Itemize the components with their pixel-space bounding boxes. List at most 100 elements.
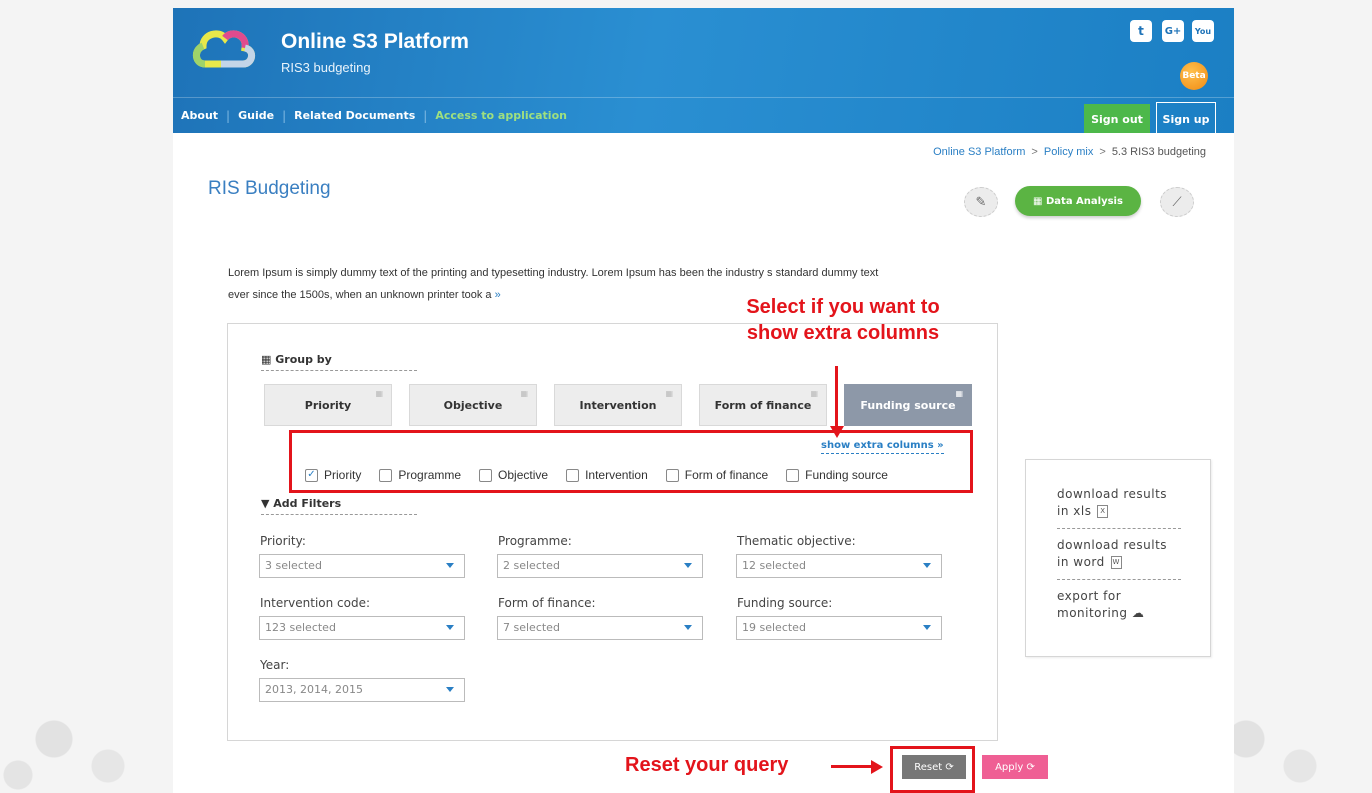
nav-about[interactable]: About bbox=[173, 109, 226, 122]
group-by-intervention-button[interactable]: ▦ Intervention bbox=[554, 384, 682, 426]
background-decoration-left bbox=[0, 613, 180, 793]
priority-filter-value: 3 selected bbox=[265, 559, 322, 572]
breadcrumb: Online S3 Platform > Policy mix >5.3 RIS3 b… bbox=[933, 146, 1206, 158]
year-filter-select[interactable]: 2013, 2014, 2015 bbox=[259, 678, 465, 702]
grid-icon: ▦ bbox=[375, 389, 383, 398]
app-title: Online S3 Platform bbox=[281, 30, 469, 53]
year-filter-value: 2013, 2014, 2015 bbox=[265, 683, 363, 696]
word-file-icon: W bbox=[1110, 556, 1122, 569]
group-by-form-of-finance-button[interactable]: ▦ Form of finance bbox=[699, 384, 827, 426]
extra-columns-annotation-line1: Select if you want to bbox=[746, 296, 940, 318]
grid-icon: ▦ bbox=[261, 353, 276, 366]
group-by-funding-source-button[interactable]: ▦ Funding source bbox=[844, 384, 972, 426]
group-by-priority-button[interactable]: ▦ Priority bbox=[264, 384, 392, 426]
breadcrumb-separator: > bbox=[1099, 146, 1106, 158]
beta-badge: Beta bbox=[1180, 62, 1208, 90]
group-by-intervention-label: Intervention bbox=[579, 398, 657, 412]
breadcrumb-item-current: 5.3 RIS3 budgeting bbox=[1111, 146, 1206, 158]
edit-icon[interactable]: ✎ bbox=[964, 187, 998, 217]
funding-source-filter-value: 19 selected bbox=[742, 621, 806, 634]
group-by-funding-source-label: Funding source bbox=[860, 398, 956, 412]
extra-columns-annotation: Select if you want to show extra columns bbox=[713, 294, 973, 346]
grid-icon: ▦ bbox=[955, 389, 963, 398]
extra-columns-highlight-box bbox=[289, 430, 973, 493]
chevron-down-icon bbox=[923, 625, 931, 630]
thematic-objective-filter-select[interactable]: 12 selected bbox=[736, 554, 942, 578]
data-analysis-button[interactable]: ▦ Data Analysis bbox=[1015, 186, 1141, 216]
programme-filter-value: 2 selected bbox=[503, 559, 560, 572]
thematic-objective-filter-label: Thematic objective: bbox=[737, 534, 856, 548]
app-subtitle: RIS3 budgeting bbox=[281, 60, 371, 75]
group-by-form-of-finance-label: Form of finance bbox=[714, 398, 812, 412]
chevron-down-icon bbox=[684, 625, 692, 630]
cloud-upload-icon: ☁ bbox=[1131, 606, 1145, 620]
download-word-link[interactable]: download results in word W bbox=[1057, 537, 1181, 580]
youtube-icon[interactable]: You bbox=[1192, 20, 1214, 42]
reset-annotation: Reset your query bbox=[625, 754, 789, 776]
group-by-objective-label: Objective bbox=[443, 398, 503, 412]
thematic-objective-filter-value: 12 selected bbox=[742, 559, 806, 572]
intervention-code-filter-value: 123 selected bbox=[265, 621, 336, 634]
form-of-finance-filter-label: Form of finance: bbox=[498, 596, 596, 610]
chevron-down-icon bbox=[684, 563, 692, 568]
chart-icon[interactable]: ⟋ bbox=[1160, 187, 1194, 217]
reset-highlight-box bbox=[890, 746, 975, 793]
sign-out-button[interactable]: Sign out bbox=[1084, 104, 1150, 133]
chevron-down-icon bbox=[446, 563, 454, 568]
apply-button[interactable]: Apply ⟳ bbox=[982, 755, 1048, 779]
download-xls-link[interactable]: download results in xls X bbox=[1057, 486, 1181, 529]
read-more-link[interactable]: » bbox=[495, 289, 501, 301]
add-filters-heading-label: Add Filters bbox=[273, 497, 342, 510]
intervention-code-filter-select[interactable]: 123 selected bbox=[259, 616, 465, 640]
intervention-code-filter-label: Intervention code: bbox=[260, 596, 371, 610]
programme-filter-select[interactable]: 2 selected bbox=[497, 554, 703, 578]
group-by-heading: ▦ Group by bbox=[261, 353, 417, 371]
excel-file-icon: X bbox=[1097, 505, 1109, 518]
year-filter-label: Year: bbox=[260, 658, 290, 672]
nav-related-documents[interactable]: Related Documents bbox=[286, 109, 423, 122]
main-nav: About | Guide | Related Documents | Acce… bbox=[173, 97, 1234, 133]
refresh-icon: ⟳ bbox=[1026, 761, 1035, 773]
annotation-arrow-line bbox=[835, 366, 838, 428]
chevron-down-icon bbox=[446, 687, 454, 692]
table-icon: ▦ bbox=[1033, 195, 1046, 207]
form-of-finance-filter-select[interactable]: 7 selected bbox=[497, 616, 703, 640]
form-of-finance-filter-value: 7 selected bbox=[503, 621, 560, 634]
nav-guide[interactable]: Guide bbox=[230, 109, 282, 122]
data-analysis-label: Data Analysis bbox=[1045, 195, 1123, 207]
export-panel: download results in xls X download result… bbox=[1025, 459, 1211, 657]
grid-icon: ▦ bbox=[520, 389, 528, 398]
annotation-arrow-head bbox=[871, 760, 883, 774]
page-title: RIS Budgeting bbox=[208, 178, 331, 199]
chevron-down-icon bbox=[446, 625, 454, 630]
google-plus-icon[interactable]: G+ bbox=[1162, 20, 1184, 42]
funding-source-filter-select[interactable]: 19 selected bbox=[736, 616, 942, 640]
group-by-objective-button[interactable]: ▦ Objective bbox=[409, 384, 537, 426]
filter-icon: ▼ bbox=[261, 497, 274, 510]
grid-icon: ▦ bbox=[810, 389, 818, 398]
cloud-logo-icon bbox=[193, 30, 255, 68]
annotation-arrow-line bbox=[831, 765, 873, 768]
page-container: Online S3 Platform RIS3 budgeting t G+ Y… bbox=[173, 8, 1234, 793]
grid-icon: ▦ bbox=[665, 389, 673, 398]
funding-source-filter-label: Funding source: bbox=[737, 596, 833, 610]
sign-up-button[interactable]: Sign up bbox=[1156, 102, 1216, 133]
add-filters-heading: ▼ Add Filters bbox=[261, 497, 417, 515]
nav-access-to-application[interactable]: Access to application bbox=[427, 109, 575, 122]
breadcrumb-separator: > bbox=[1031, 146, 1038, 158]
priority-filter-select[interactable]: 3 selected bbox=[259, 554, 465, 578]
group-by-priority-label: Priority bbox=[304, 398, 352, 412]
breadcrumb-item-policy-mix[interactable]: Policy mix bbox=[1044, 146, 1094, 158]
export-monitoring-label: export for monitoring bbox=[1057, 589, 1128, 620]
group-by-heading-label: Group by bbox=[275, 353, 332, 366]
priority-filter-label: Priority: bbox=[260, 534, 306, 548]
site-header: Online S3 Platform RIS3 budgeting t G+ Y… bbox=[173, 8, 1234, 133]
programme-filter-label: Programme: bbox=[498, 534, 572, 548]
twitter-icon[interactable]: t bbox=[1130, 20, 1152, 42]
chevron-down-icon bbox=[923, 563, 931, 568]
extra-columns-annotation-line2: show extra columns bbox=[746, 322, 940, 344]
download-xls-label: download results in xls bbox=[1057, 487, 1168, 518]
export-monitoring-link[interactable]: export for monitoring ☁ bbox=[1057, 588, 1181, 630]
breadcrumb-item-home[interactable]: Online S3 Platform bbox=[933, 146, 1025, 158]
apply-label: Apply bbox=[995, 761, 1024, 773]
